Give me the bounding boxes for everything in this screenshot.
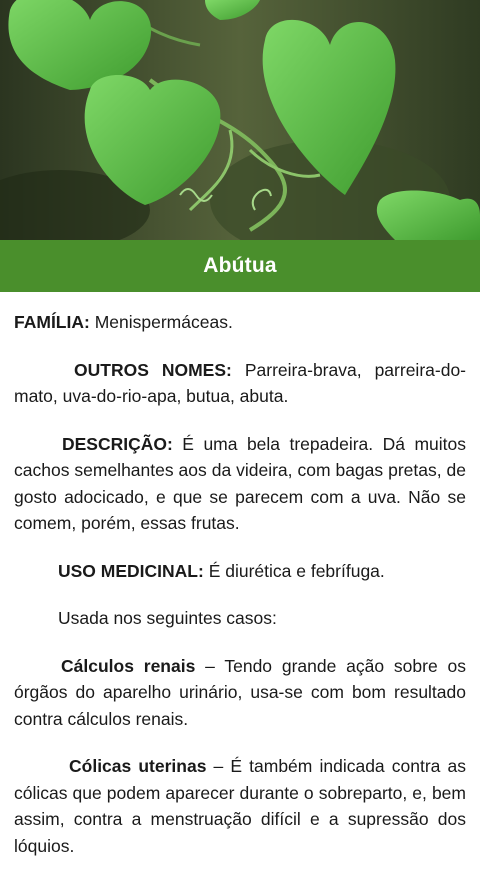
abutua-leaves-image — [0, 0, 480, 240]
familia-paragraph: FAMÍLIA: Menispermáceas. — [14, 309, 466, 336]
calculos-label: Cálculos renais — [61, 655, 196, 676]
outros-nomes-label: OUTROS NOMES: — [74, 359, 232, 380]
descricao-label: DESCRIÇÃO: — [62, 433, 173, 454]
descricao-paragraph: DESCRIÇÃO: É uma bela trepadeira. Dá mui… — [14, 431, 466, 537]
uso-medicinal-text: É diurética e febrífuga. — [203, 560, 385, 581]
colicas-paragraph: Cólicas uterinas – É também indicada con… — [14, 753, 466, 859]
usada-text: Usada nos seguintes casos: — [58, 608, 277, 628]
title-bar: Abútua — [0, 240, 480, 292]
familia-text: Menispermáceas. — [89, 312, 233, 332]
uso-medicinal-paragraph: USO MEDICINAL: É diurética e febrífuga. — [14, 558, 466, 585]
calculos-paragraph: Cálculos renais – Tendo grande ação sobr… — [14, 653, 466, 733]
article-body: FAMÍLIA: Menispermáceas. OUTROS NOMES: P… — [0, 309, 480, 859]
outros-nomes-paragraph: OUTROS NOMES: Parreira-brava, parreira-d… — [14, 357, 466, 410]
familia-label: FAMÍLIA: — [14, 312, 90, 332]
page-title: Abútua — [203, 254, 277, 277]
plant-photo — [0, 0, 480, 240]
colicas-label: Cólicas uterinas — [69, 756, 207, 776]
usada-paragraph: Usada nos seguintes casos: — [14, 605, 466, 632]
uso-medicinal-label: USO MEDICINAL: — [58, 560, 204, 581]
